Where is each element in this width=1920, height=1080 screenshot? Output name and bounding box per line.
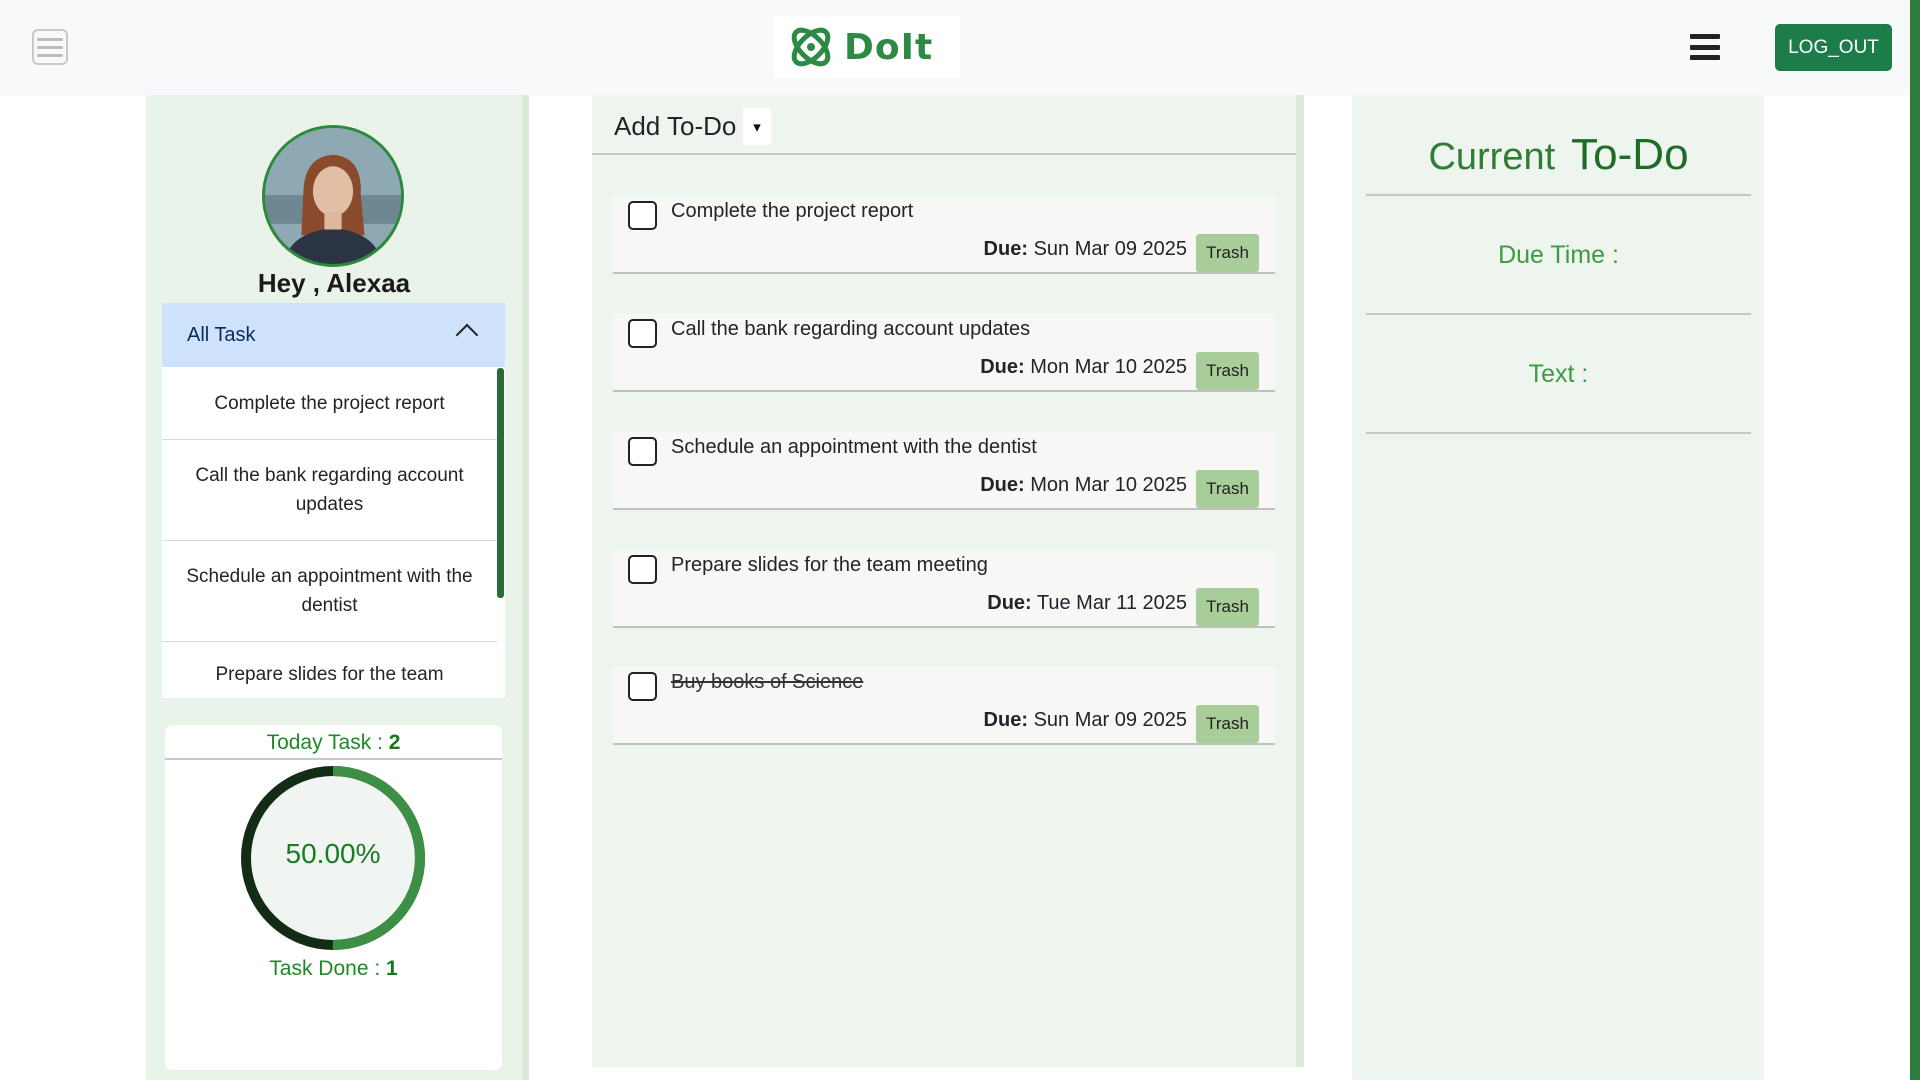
trash-button[interactable]: Trash: [1196, 705, 1259, 743]
all-task-accordion-header[interactable]: All Task: [162, 303, 505, 367]
due-date: Tue Mar 11 2025: [1036, 592, 1187, 614]
due-label: Due:: [983, 709, 1028, 731]
todo-due: Due: Sun Mar 09 2025: [984, 238, 1187, 261]
text-label: Text :: [1528, 360, 1589, 388]
progress-percent: 50.00%: [285, 838, 381, 869]
current-todo-title: Current To-Do: [1366, 130, 1751, 180]
list-item[interactable]: Complete the project report: [162, 367, 497, 440]
todo-checkbox[interactable]: [628, 319, 657, 348]
trash-button[interactable]: Trash: [1196, 588, 1259, 626]
todo-due: Due: Tue Mar 11 2025: [987, 592, 1187, 615]
atom-logo-icon: [791, 27, 831, 67]
todo-text: Schedule an appointment with the dentist: [671, 436, 1037, 458]
task-done-value: 1: [386, 957, 398, 980]
due-label: Due:: [983, 238, 1028, 260]
trash-button[interactable]: Trash: [1196, 470, 1259, 508]
all-task-list: Complete the project report Call the ban…: [162, 367, 505, 698]
today-task-label: Today Task :: [266, 731, 389, 754]
due-label: Due:: [980, 474, 1025, 496]
chevron-up-icon: [455, 323, 479, 347]
todo-due: Due: Sun Mar 09 2025: [984, 709, 1187, 732]
todo-checkbox[interactable]: [628, 672, 657, 701]
todo-item: Buy books of Science Due: Sun Mar 09 202…: [613, 667, 1275, 745]
todo-item: Call the bank regarding account updates …: [613, 314, 1275, 392]
due-date: Sun Mar 09 2025: [1033, 238, 1187, 260]
divider: [1366, 194, 1751, 196]
todo-title-part: To-Do: [1571, 130, 1689, 179]
todo-checkbox[interactable]: [628, 437, 657, 466]
list-item[interactable]: Schedule an appointment with the dentist: [162, 541, 497, 642]
todo-text-completed: Buy books of Science: [671, 671, 864, 693]
trash-button[interactable]: Trash: [1196, 352, 1259, 390]
menu-bar-icon: [37, 37, 63, 41]
list-item[interactable]: Prepare slides for the team: [162, 642, 497, 698]
trash-button[interactable]: Trash: [1196, 234, 1259, 272]
page-scrollbar[interactable]: [1910, 0, 1920, 1080]
user-portrait-icon: [265, 128, 401, 264]
today-task-count: Today Task : 2: [165, 725, 502, 760]
todo-panel-divider: [1296, 95, 1304, 1067]
sidebar-toggle-button[interactable]: [32, 29, 68, 65]
todo-text: Prepare slides for the team meeting: [671, 554, 988, 576]
todo-item: Schedule an appointment with the dentist…: [613, 432, 1275, 510]
sidebar-divider: [522, 95, 529, 1080]
task-done-count: Task Done : 1: [165, 957, 502, 981]
app-logo[interactable]: DoIt: [774, 16, 960, 78]
menu-bar-icon: [1690, 34, 1720, 39]
due-date: Mon Mar 10 2025: [1030, 474, 1187, 496]
todo-checkbox[interactable]: [628, 555, 657, 584]
today-task-value: 2: [388, 731, 401, 754]
menu-bar-icon: [37, 53, 63, 57]
due-label: Due:: [987, 592, 1032, 614]
menu-bar-icon: [1690, 44, 1720, 50]
user-greeting: Hey , Alexaa: [257, 268, 411, 298]
list-item[interactable]: Call the bank regarding account updates: [162, 440, 497, 541]
todo-text: Complete the project report: [671, 200, 914, 222]
todo-item: Prepare slides for the team meeting Due:…: [613, 550, 1275, 628]
task-done-label: Task Done :: [269, 957, 387, 980]
due-date: Sun Mar 09 2025: [1033, 709, 1187, 731]
add-todo-toggle[interactable]: Add To-Do ▾: [592, 95, 1296, 155]
main-menu-button[interactable]: [1690, 32, 1720, 62]
divider: [1366, 313, 1751, 315]
app-name: DoIt: [844, 26, 934, 68]
todo-item: Complete the project report Due: Sun Mar…: [613, 196, 1275, 274]
task-list-scrollbar[interactable]: [497, 368, 504, 598]
todo-due: Due: Mon Mar 10 2025: [980, 474, 1187, 497]
logout-button[interactable]: LOG_OUT: [1775, 24, 1892, 71]
todo-checkbox[interactable]: [628, 201, 657, 230]
due-date: Mon Mar 10 2025: [1030, 356, 1187, 378]
todo-due: Due: Mon Mar 10 2025: [980, 356, 1187, 379]
top-navbar: DoIt LOG_OUT: [0, 0, 1920, 95]
avatar: [262, 125, 404, 267]
menu-bar-icon: [1690, 55, 1720, 60]
due-time-label: Due Time :: [1498, 241, 1619, 269]
add-todo-label: Add To-Do: [614, 111, 737, 141]
current-title-part: Current: [1428, 136, 1556, 178]
caret-down-icon[interactable]: ▾: [743, 108, 771, 145]
todo-text: Call the bank regarding account updates: [671, 318, 1031, 340]
due-label: Due:: [980, 356, 1025, 378]
divider: [1366, 432, 1751, 434]
accordion-title: All Task: [187, 323, 256, 346]
menu-bar-icon: [37, 45, 63, 49]
